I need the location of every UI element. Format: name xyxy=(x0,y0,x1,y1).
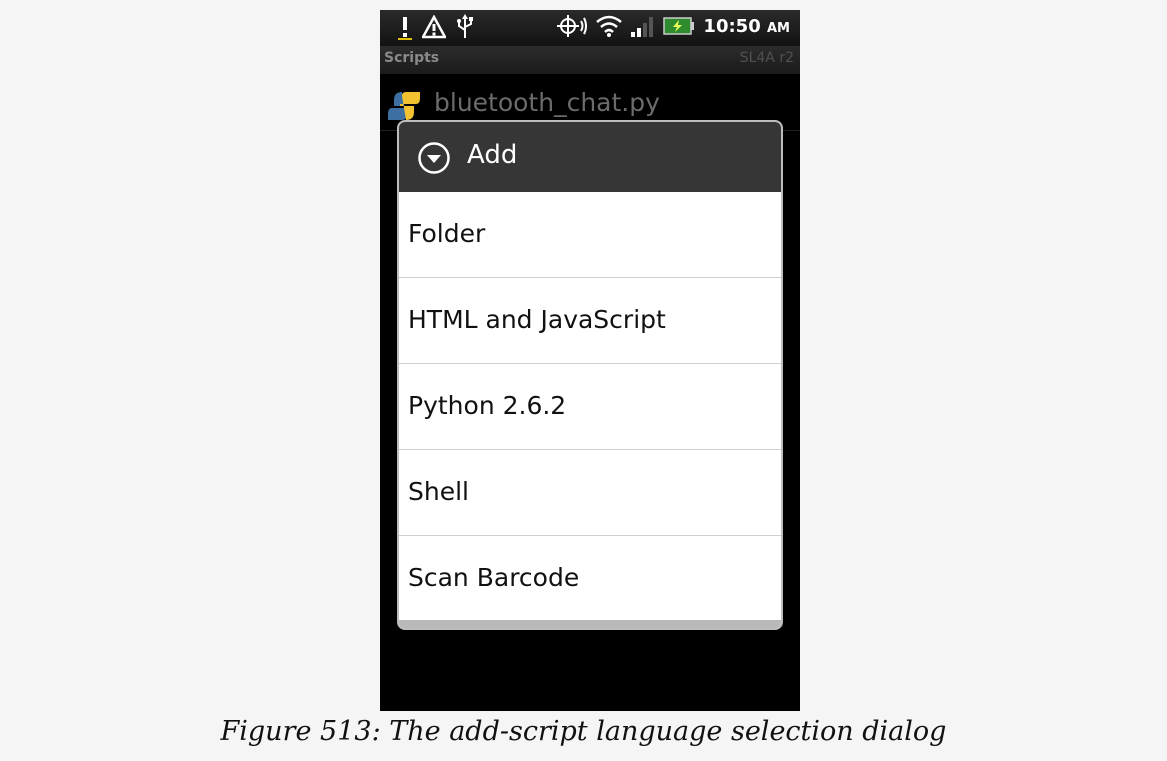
signal-icon xyxy=(631,15,655,37)
status-clock: 10:50 AM xyxy=(703,16,790,37)
gps-icon xyxy=(555,13,588,39)
option-label: HTML and JavaScript xyxy=(408,305,666,334)
option-shell[interactable]: Shell xyxy=(399,450,781,536)
wifi-icon xyxy=(595,14,623,38)
app-title-bar: Scripts SL4A r2 xyxy=(380,46,800,74)
add-dialog: Add Folder HTML and JavaScript Python 2.… xyxy=(397,120,783,630)
app-version: SL4A r2 xyxy=(739,50,794,66)
clock-time: 10:50 xyxy=(703,15,761,37)
dialog-title: Add xyxy=(467,140,518,170)
option-html-javascript[interactable]: HTML and JavaScript xyxy=(399,278,781,364)
battery-icon xyxy=(663,17,695,35)
chevron-down-circle-icon xyxy=(417,141,451,179)
option-label: Folder xyxy=(408,219,486,248)
page-title: Scripts xyxy=(384,50,440,66)
phone-screen: 10:50 AM Scripts SL4A r2 bluetooth_chat.… xyxy=(380,10,800,711)
option-scan-barcode[interactable]: Scan Barcode xyxy=(399,536,781,622)
warning-icon xyxy=(422,15,446,39)
option-label: Scan Barcode xyxy=(408,563,580,592)
dialog-footer xyxy=(399,620,781,628)
figure-caption: Figure 513: The add-script language sele… xyxy=(220,716,947,747)
usb-icon xyxy=(456,14,474,40)
alert-icon xyxy=(398,14,412,40)
dialog-header: Add xyxy=(399,122,781,192)
option-python[interactable]: Python 2.6.2 xyxy=(399,364,781,450)
option-folder[interactable]: Folder xyxy=(399,192,781,278)
option-list: Folder HTML and JavaScript Python 2.6.2 … xyxy=(399,192,781,622)
script-name: bluetooth_chat.py xyxy=(434,88,660,117)
option-label: Python 2.6.2 xyxy=(408,391,567,420)
clock-ampm: AM xyxy=(767,20,790,36)
option-label: Shell xyxy=(408,477,469,506)
status-bar: 10:50 AM xyxy=(380,10,800,46)
